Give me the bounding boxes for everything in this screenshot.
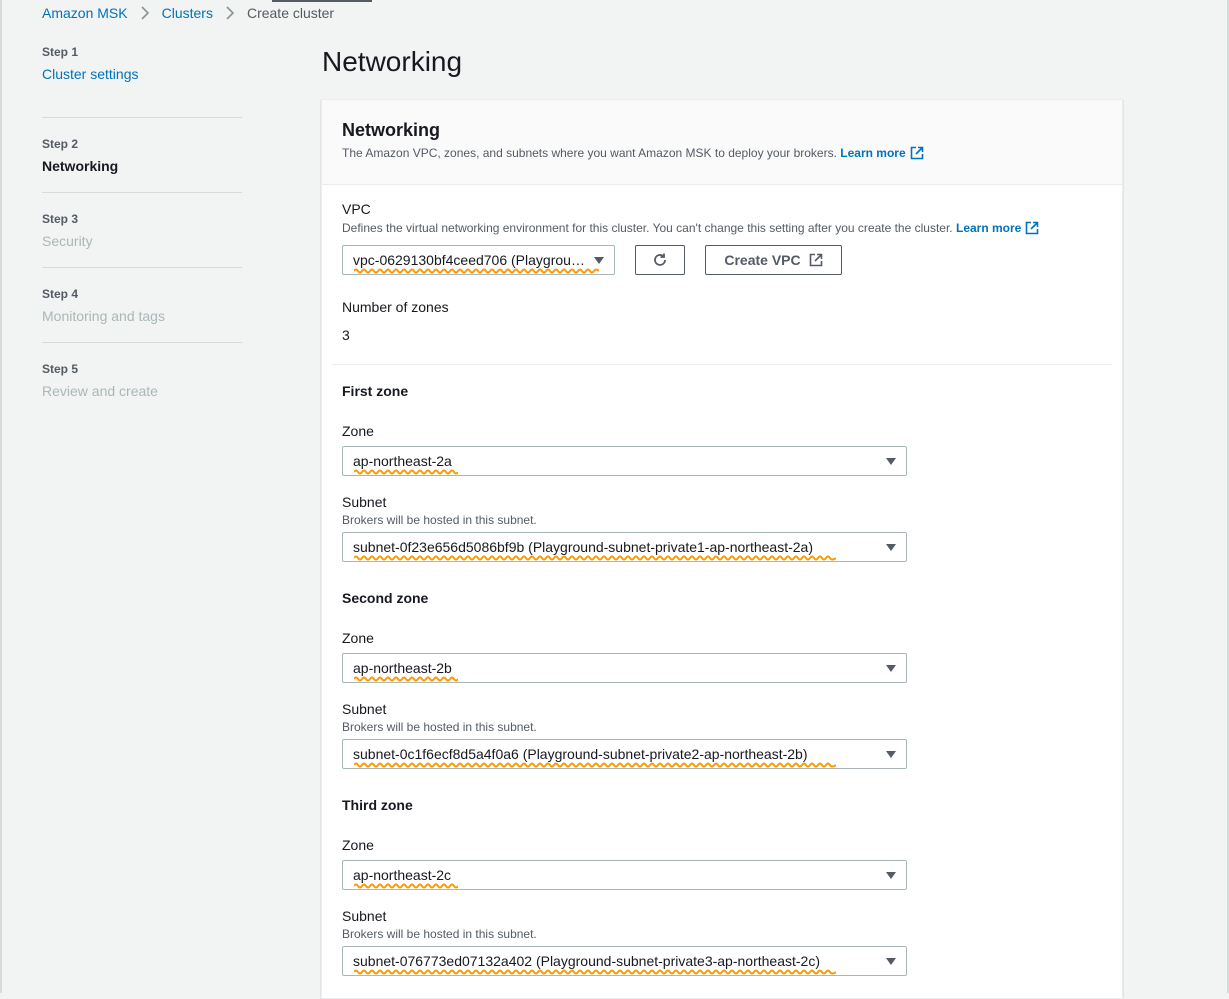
vpc-learn-more-link[interactable]: Learn more [956,220,1039,236]
container-description: The Amazon VPC, zones, and subnets where… [342,145,1102,161]
zone-label: Zone [342,630,374,646]
breadcrumb-clusters[interactable]: Clusters [162,5,213,21]
number-of-zones-value: 3 [342,327,350,343]
step-number: Step 2 [42,137,79,151]
wizard-steps: Step 1 Cluster settings Step 2 Networkin… [42,44,242,418]
create-vpc-button[interactable]: Create VPC [705,245,842,275]
highlight-underline [354,268,599,274]
step-monitoring-and-tags: Monitoring and tags [42,308,165,324]
external-link-icon [1026,221,1039,235]
create-vpc-label: Create VPC [724,252,801,268]
vpc-description-text: Defines the virtual networking environme… [342,221,953,235]
refresh-button[interactable] [635,245,685,275]
step-1: Step 1 Cluster settings [42,44,242,118]
vpc-label: VPC [342,201,371,217]
page-title: Networking [322,46,463,77]
subnet-select-value: subnet-076773ed07132a402 (Playground-sub… [353,953,820,969]
subnet-description: Brokers will be hosted in this subnet. [342,927,537,941]
zone-label: Zone [342,837,374,853]
step-review-and-create: Review and create [42,383,158,399]
step-4: Step 4 Monitoring and tags [42,268,242,343]
highlight-underline [354,969,836,975]
first-zone-title: First zone [342,383,409,399]
step-link-cluster-settings[interactable]: Cluster settings [42,65,242,83]
external-link-icon [809,253,822,267]
caret-down-icon [886,750,896,758]
step-2: Step 2 Networking [42,118,242,193]
networking-container: Networking The Amazon VPC, zones, and su… [321,99,1123,999]
second-zone-title: Second zone [342,590,429,606]
subnet-select-value: subnet-0f23e656d5086bf9b (Playground-sub… [353,539,813,555]
subnet-label: Subnet [342,701,387,717]
step-number: Step 1 [42,45,79,59]
zone-label: Zone [342,423,374,439]
step-security: Security [42,233,93,249]
vpc-select-value: vpc-0629130bf4ceed706 (Playground-vpc) [353,252,586,268]
container-title: Networking [342,120,441,140]
zone-select-value: ap-northeast-2a [353,453,452,469]
caret-down-icon [594,256,604,264]
chevron-right-icon [140,6,150,20]
external-link-icon [910,146,923,160]
step-3: Step 3 Security [42,193,242,268]
highlight-underline [354,762,836,768]
page-left-border [0,0,2,993]
subnet-label: Subnet [342,908,387,924]
container-header: Networking The Amazon VPC, zones, and su… [322,100,1122,185]
number-of-zones-label: Number of zones [342,299,449,315]
third-zone-title: Third zone [342,797,413,813]
highlight-underline [354,469,458,475]
vpc-learn-more-text: Learn more [955,221,1022,235]
breadcrumb-current: Create cluster [246,5,335,21]
section-divider [332,364,1112,365]
caret-down-icon [886,457,896,465]
zone-select-value: ap-northeast-2b [353,660,452,676]
container-description-text: The Amazon VPC, zones, and subnets where… [342,146,837,160]
caret-down-icon [886,664,896,672]
subnet-description: Brokers will be hosted in this subnet. [342,513,537,527]
caret-down-icon [886,871,896,879]
step-5: Step 5 Review and create [42,343,242,418]
step-current-networking: Networking [42,158,119,174]
learn-more-link[interactable]: Learn more [840,145,923,161]
highlight-underline [354,883,458,889]
step-number: Step 5 [42,362,79,376]
step-number: Step 4 [42,287,79,301]
highlight-underline [354,676,458,682]
subnet-description: Brokers will be hosted in this subnet. [342,720,537,734]
tooltip-edge [272,0,372,2]
subnet-label: Subnet [342,494,387,510]
caret-down-icon [886,543,896,551]
caret-down-icon [886,957,896,965]
highlight-underline [354,555,836,561]
breadcrumb-amazon-msk[interactable]: Amazon MSK [42,5,128,21]
chevron-right-icon [225,6,235,20]
step-number: Step 3 [42,212,79,226]
refresh-icon [654,253,666,266]
learn-more-text: Learn more [840,146,906,160]
vpc-description: Defines the virtual networking environme… [342,220,1039,236]
breadcrumb: Amazon MSK Clusters Create cluster [42,5,334,21]
subnet-select-value: subnet-0c1f6ecf8d5a4f0a6 (Playground-sub… [353,746,808,762]
zone-select-value: ap-northeast-2c [353,867,452,883]
